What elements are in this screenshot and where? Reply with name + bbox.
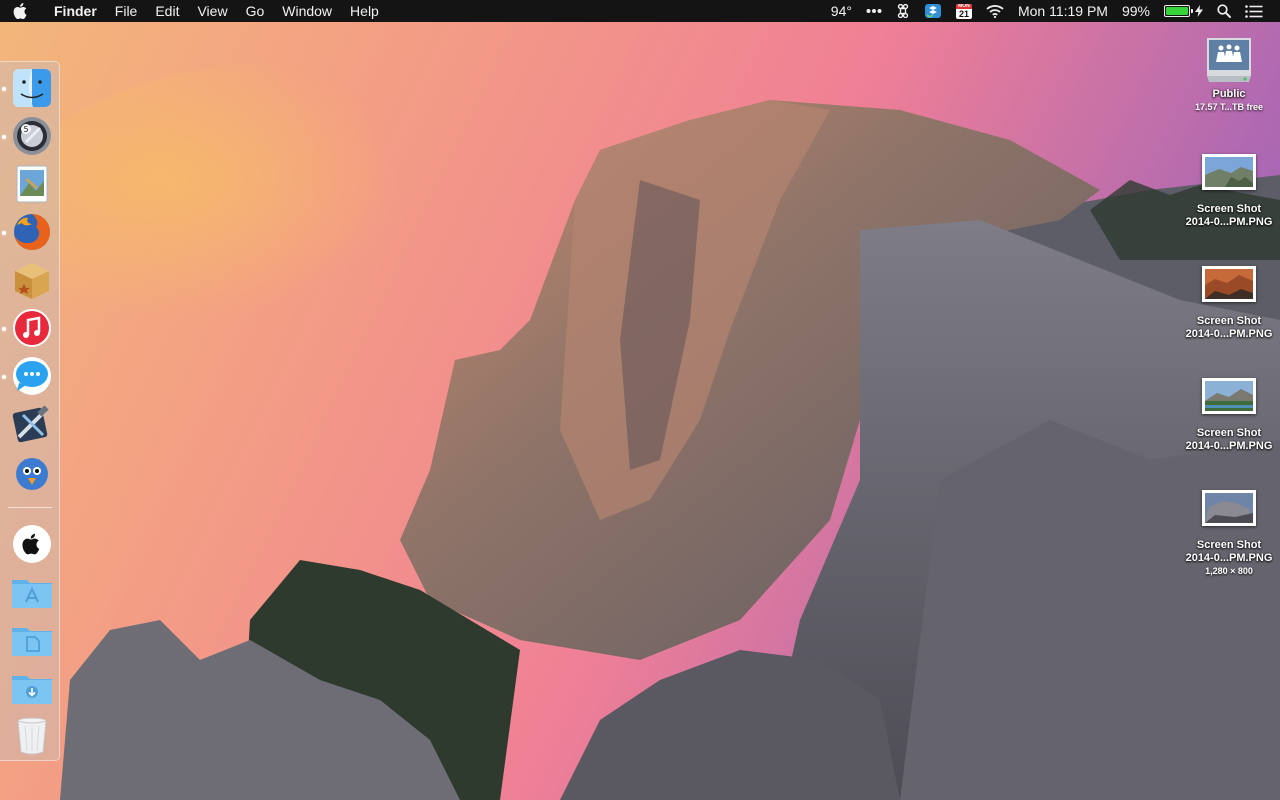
apple-icon[interactable] bbox=[0, 0, 40, 22]
screenshot-thumb-icon bbox=[1202, 266, 1256, 302]
menu-bar: Finder File Edit View Go Window Help 94°… bbox=[0, 0, 1280, 22]
dropbox-icon[interactable] bbox=[924, 0, 942, 22]
screenshot-thumb-icon bbox=[1202, 154, 1256, 190]
download-folder-icon[interactable] bbox=[9, 664, 55, 710]
bird-icon[interactable] bbox=[9, 449, 55, 495]
dock: 5 bbox=[0, 61, 60, 761]
itunes-icon[interactable] bbox=[9, 305, 55, 351]
apple-badge-icon[interactable] bbox=[9, 520, 55, 566]
menu-view[interactable]: View bbox=[188, 0, 236, 22]
svg-text:5: 5 bbox=[23, 125, 28, 134]
bolt-icon bbox=[1195, 0, 1203, 22]
desktop-item-screenshot[interactable]: Screen Shot 2014-0...PM.PNG bbox=[1179, 378, 1279, 453]
menu-go[interactable]: Go bbox=[237, 0, 274, 22]
wifi-icon[interactable] bbox=[986, 0, 1004, 22]
desktop-item-label: Screen Shot bbox=[1196, 539, 1262, 551]
desktop-wallpaper bbox=[0, 0, 1280, 800]
desktop-item-filename: 2014-0...PM.PNG bbox=[1185, 216, 1273, 228]
document-folder-icon[interactable] bbox=[9, 616, 55, 662]
running-indicator bbox=[2, 87, 6, 91]
launchpad-icon[interactable]: 5 bbox=[9, 113, 55, 159]
calendar-day: 21 bbox=[958, 8, 969, 19]
screenshot-thumb-icon bbox=[1202, 490, 1256, 526]
battery-icon[interactable] bbox=[1164, 0, 1193, 22]
battery-percent[interactable]: 99% bbox=[1122, 0, 1150, 22]
running-indicator bbox=[2, 231, 6, 235]
ellipsis-icon[interactable] bbox=[866, 0, 882, 22]
messages-icon[interactable] bbox=[9, 353, 55, 399]
desktop-item-filename: 2014-0...PM.PNG bbox=[1185, 552, 1273, 564]
desktop-item-info: 17.57 T...TB free bbox=[1194, 102, 1264, 112]
appstore-folder-icon[interactable] bbox=[9, 568, 55, 614]
desktop-item-info: 1,280 × 800 bbox=[1205, 566, 1253, 576]
list-icon[interactable] bbox=[1245, 0, 1263, 22]
desktop-item-filename: 2014-0...PM.PNG bbox=[1185, 440, 1273, 452]
menu-file[interactable]: File bbox=[106, 0, 147, 22]
calendar-icon[interactable]: MON 21 bbox=[955, 0, 972, 22]
desktop-item-label: Screen Shot bbox=[1196, 203, 1262, 215]
running-indicator bbox=[2, 375, 6, 379]
menu-finder[interactable]: Finder bbox=[40, 0, 106, 22]
menu-window[interactable]: Window bbox=[273, 0, 341, 22]
box-icon[interactable] bbox=[9, 257, 55, 303]
running-indicator bbox=[2, 135, 6, 139]
firefox-icon[interactable] bbox=[9, 209, 55, 255]
desktop-item-filename: 2014-0...PM.PNG bbox=[1185, 328, 1273, 340]
desktop-item-screenshot[interactable]: Screen Shot 2014-0...PM.PNG bbox=[1179, 154, 1279, 229]
temperature-status[interactable]: 94° bbox=[831, 0, 852, 22]
desktop-item-screenshot[interactable]: Screen Shot 2014-0...PM.PNG bbox=[1179, 266, 1279, 341]
search-icon[interactable] bbox=[1217, 0, 1231, 22]
battery-fill bbox=[1166, 7, 1188, 15]
desktop-item-public[interactable]: Public 17.57 T...TB free bbox=[1179, 32, 1279, 113]
finder-icon[interactable] bbox=[9, 65, 55, 111]
menu-edit[interactable]: Edit bbox=[146, 0, 188, 22]
desktop-item-label: Screen Shot bbox=[1196, 427, 1262, 439]
clock[interactable]: Mon 11:19 PM bbox=[1018, 0, 1108, 22]
command-icon[interactable] bbox=[896, 0, 910, 22]
desktop-item-screenshot[interactable]: Screen Shot 2014-0...PM.PNG 1,280 × 800 bbox=[1179, 490, 1279, 577]
xcode-icon[interactable] bbox=[9, 401, 55, 447]
trash-icon[interactable] bbox=[9, 712, 55, 758]
running-indicator bbox=[2, 327, 6, 331]
dock-separator bbox=[8, 507, 52, 508]
desktop-item-label: Screen Shot bbox=[1196, 315, 1262, 327]
preview-icon[interactable] bbox=[9, 161, 55, 207]
network-drive-icon bbox=[1207, 38, 1251, 82]
desktop-item-label: Public bbox=[1212, 88, 1246, 100]
screenshot-thumb-icon bbox=[1202, 378, 1256, 414]
menu-help[interactable]: Help bbox=[341, 0, 388, 22]
